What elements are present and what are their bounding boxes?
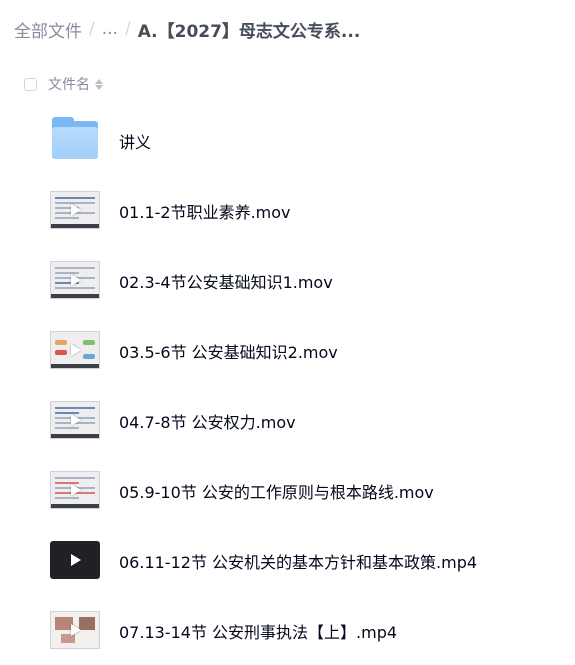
file-row[interactable]: 05.9-10节 公安的工作原则与根本路线.mov [0, 455, 575, 525]
breadcrumb-root-link[interactable]: 全部文件 [14, 17, 82, 42]
breadcrumb-separator: / [89, 19, 95, 39]
file-row[interactable]: 01.1-2节职业素养.mov [0, 175, 575, 245]
play-icon [71, 624, 81, 636]
play-icon [71, 274, 81, 286]
video-thumbnail [50, 331, 100, 369]
video-thumbnail [50, 261, 100, 299]
play-icon [71, 484, 81, 496]
breadcrumb-ellipsis-link[interactable]: ... [102, 19, 118, 39]
video-thumbnail [50, 611, 100, 649]
file-name[interactable]: 07.13-14节 公安刑事执法【上】.mp4 [119, 619, 397, 643]
breadcrumb: 全部文件 / ... / A.【2027】母志文公专系... [14, 16, 360, 42]
file-row[interactable]: 02.3-4节公安基础知识1.mov [0, 245, 575, 315]
video-thumbnail [50, 191, 100, 229]
file-name[interactable]: 02.3-4节公安基础知识1.mov [119, 269, 333, 293]
video-thumbnail [50, 401, 100, 439]
file-name[interactable]: 讲义 [119, 129, 151, 153]
file-row[interactable]: 04.7-8节 公安权力.mov [0, 385, 575, 455]
file-row[interactable]: 06.11-12节 公安机关的基本方针和基本政策.mp4 [0, 525, 575, 595]
file-row[interactable]: 03.5-6节 公安基础知识2.mov [0, 315, 575, 385]
sort-icon[interactable] [95, 78, 103, 90]
file-row[interactable]: 07.13-14节 公安刑事执法【上】.mp4 [0, 595, 575, 665]
breadcrumb-separator: / [124, 19, 131, 39]
file-name[interactable]: 06.11-12节 公安机关的基本方针和基本政策.mp4 [119, 549, 477, 573]
select-all-checkbox[interactable] [24, 77, 37, 91]
video-thumbnail-dark [50, 541, 100, 579]
file-row-folder[interactable]: 讲义 [0, 105, 575, 175]
file-list-header: 文件名 [24, 74, 103, 94]
video-thumbnail [50, 471, 100, 509]
column-header-filename[interactable]: 文件名 [48, 74, 90, 94]
file-name[interactable]: 05.9-10节 公安的工作原则与根本路线.mov [119, 479, 434, 503]
play-icon [71, 554, 81, 566]
play-icon [71, 344, 81, 356]
play-icon [71, 414, 81, 426]
play-icon [71, 204, 81, 216]
file-name[interactable]: 01.1-2节职业素养.mov [119, 199, 291, 223]
breadcrumb-current-folder: A.【2027】母志文公专系... [137, 21, 361, 42]
folder-icon [52, 117, 98, 159]
file-list: 讲义 01.1-2节职业素养.mov 02.3-4节公安基础知识1.mov 03… [0, 105, 575, 665]
file-name[interactable]: 03.5-6节 公安基础知识2.mov [119, 339, 338, 363]
file-name[interactable]: 04.7-8节 公安权力.mov [119, 409, 296, 433]
